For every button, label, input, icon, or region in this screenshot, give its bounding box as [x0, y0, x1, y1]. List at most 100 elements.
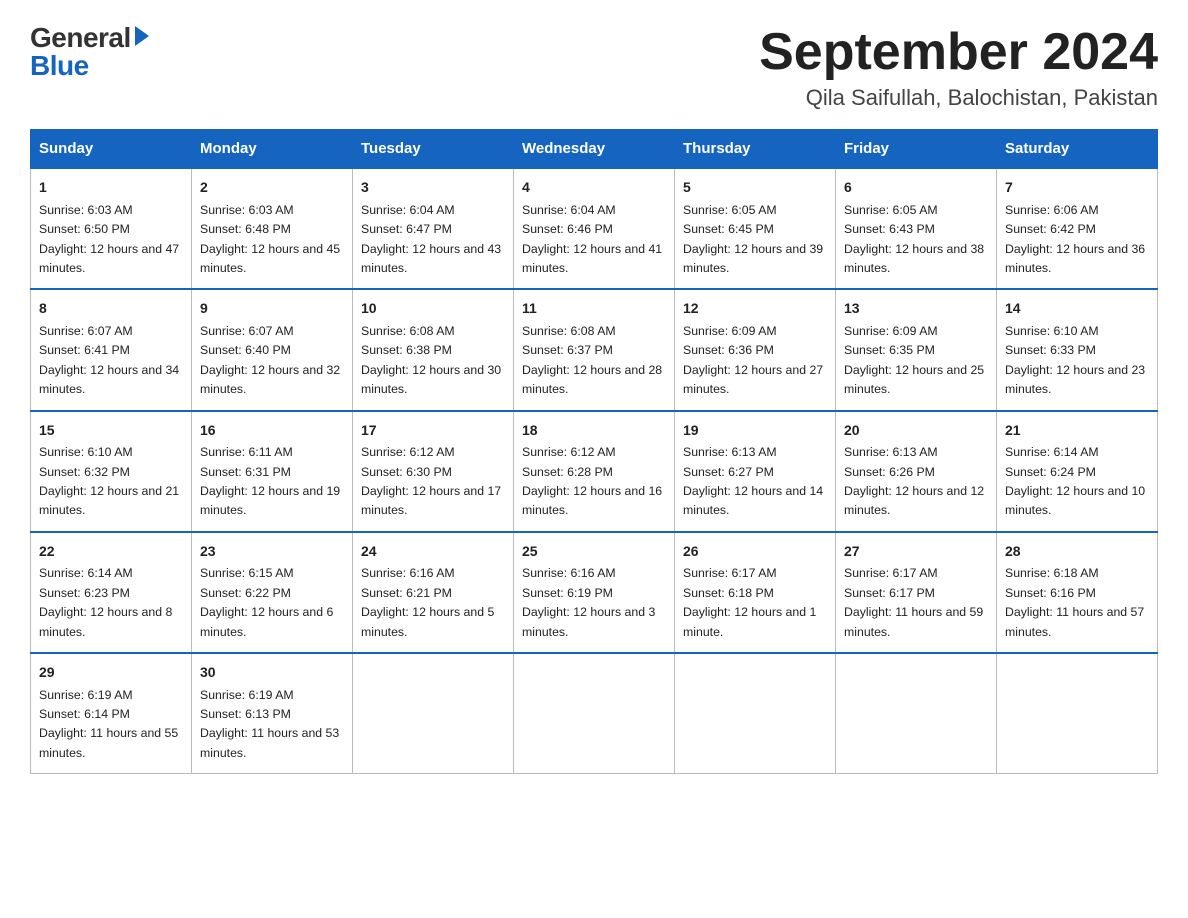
day-info: Sunrise: 6:16 AMSunset: 6:21 PMDaylight:… [361, 566, 494, 638]
calendar-cell: 26 Sunrise: 6:17 AMSunset: 6:18 PMDayligh… [675, 532, 836, 653]
day-number: 16 [200, 420, 344, 442]
day-number: 6 [844, 177, 988, 199]
logo: General Blue [30, 24, 149, 80]
day-info: Sunrise: 6:10 AMSunset: 6:32 PMDaylight:… [39, 445, 179, 517]
logo-general-text: General [30, 24, 131, 52]
month-year-title: September 2024 [759, 24, 1158, 81]
day-info: Sunrise: 6:19 AMSunset: 6:14 PMDaylight:… [39, 688, 178, 760]
day-info: Sunrise: 6:10 AMSunset: 6:33 PMDaylight:… [1005, 324, 1145, 396]
day-info: Sunrise: 6:05 AMSunset: 6:45 PMDaylight:… [683, 203, 823, 275]
day-number: 20 [844, 420, 988, 442]
calendar-cell: 13 Sunrise: 6:09 AMSunset: 6:35 PMDayligh… [836, 289, 997, 410]
day-number: 9 [200, 298, 344, 320]
calendar-cell: 10 Sunrise: 6:08 AMSunset: 6:38 PMDayligh… [353, 289, 514, 410]
day-info: Sunrise: 6:09 AMSunset: 6:35 PMDaylight:… [844, 324, 984, 396]
day-number: 19 [683, 420, 827, 442]
weekday-header-saturday: Saturday [997, 130, 1158, 169]
day-number: 5 [683, 177, 827, 199]
calendar-cell: 4 Sunrise: 6:04 AMSunset: 6:46 PMDaylight… [514, 168, 675, 289]
weekday-header-tuesday: Tuesday [353, 130, 514, 169]
day-info: Sunrise: 6:12 AMSunset: 6:30 PMDaylight:… [361, 445, 501, 517]
day-number: 11 [522, 298, 666, 320]
day-info: Sunrise: 6:14 AMSunset: 6:23 PMDaylight:… [39, 566, 172, 638]
calendar-cell: 2 Sunrise: 6:03 AMSunset: 6:48 PMDaylight… [192, 168, 353, 289]
page-header: General Blue September 2024 Qila Saifull… [30, 24, 1158, 111]
calendar-cell [675, 653, 836, 774]
week-row-3: 15Sunrise: 6:10 AMSunset: 6:32 PMDayligh… [31, 411, 1158, 532]
day-number: 2 [200, 177, 344, 199]
day-number: 7 [1005, 177, 1149, 199]
calendar-cell: 25 Sunrise: 6:16 AMSunset: 6:19 PMDayligh… [514, 532, 675, 653]
calendar-cell: 1 Sunrise: 6:03 AMSunset: 6:50 PMDaylight… [31, 168, 192, 289]
calendar-cell: 16 Sunrise: 6:11 AMSunset: 6:31 PMDayligh… [192, 411, 353, 532]
weekday-header-thursday: Thursday [675, 130, 836, 169]
calendar-cell: 27 Sunrise: 6:17 AMSunset: 6:17 PMDayligh… [836, 532, 997, 653]
day-number: 1 [39, 177, 183, 199]
day-number: 21 [1005, 420, 1149, 442]
day-number: 3 [361, 177, 505, 199]
day-number: 13 [844, 298, 988, 320]
calendar-cell: 24Sunrise: 6:16 AMSunset: 6:21 PMDayligh… [353, 532, 514, 653]
calendar-cell [997, 653, 1158, 774]
day-info: Sunrise: 6:19 AMSunset: 6:13 PMDaylight:… [200, 688, 339, 760]
day-info: Sunrise: 6:11 AMSunset: 6:31 PMDaylight:… [200, 445, 340, 517]
day-number: 8 [39, 298, 183, 320]
calendar-cell: 30Sunrise: 6:19 AMSunset: 6:13 PMDayligh… [192, 653, 353, 774]
calendar-cell: 18 Sunrise: 6:12 AMSunset: 6:28 PMDayligh… [514, 411, 675, 532]
week-row-2: 8 Sunrise: 6:07 AMSunset: 6:41 PMDaylight… [31, 289, 1158, 410]
day-number: 25 [522, 541, 666, 563]
day-number: 17 [361, 420, 505, 442]
location-subtitle: Qila Saifullah, Balochistan, Pakistan [759, 85, 1158, 111]
calendar-cell: 8 Sunrise: 6:07 AMSunset: 6:41 PMDaylight… [31, 289, 192, 410]
day-number: 14 [1005, 298, 1149, 320]
day-info: Sunrise: 6:06 AMSunset: 6:42 PMDaylight:… [1005, 203, 1145, 275]
calendar-cell: 15Sunrise: 6:10 AMSunset: 6:32 PMDayligh… [31, 411, 192, 532]
calendar-cell [514, 653, 675, 774]
calendar-cell: 14 Sunrise: 6:10 AMSunset: 6:33 PMDayligh… [997, 289, 1158, 410]
day-info: Sunrise: 6:08 AMSunset: 6:37 PMDaylight:… [522, 324, 662, 396]
weekday-header-friday: Friday [836, 130, 997, 169]
calendar-cell: 7 Sunrise: 6:06 AMSunset: 6:42 PMDaylight… [997, 168, 1158, 289]
calendar-cell: 3 Sunrise: 6:04 AMSunset: 6:47 PMDaylight… [353, 168, 514, 289]
day-info: Sunrise: 6:07 AMSunset: 6:41 PMDaylight:… [39, 324, 179, 396]
calendar-cell: 29Sunrise: 6:19 AMSunset: 6:14 PMDayligh… [31, 653, 192, 774]
day-number: 4 [522, 177, 666, 199]
calendar-cell: 22Sunrise: 6:14 AMSunset: 6:23 PMDayligh… [31, 532, 192, 653]
day-number: 27 [844, 541, 988, 563]
day-number: 10 [361, 298, 505, 320]
day-info: Sunrise: 6:15 AMSunset: 6:22 PMDaylight:… [200, 566, 333, 638]
day-info: Sunrise: 6:03 AMSunset: 6:48 PMDaylight:… [200, 203, 340, 275]
week-row-4: 22Sunrise: 6:14 AMSunset: 6:23 PMDayligh… [31, 532, 1158, 653]
logo-blue-text: Blue [30, 52, 89, 80]
calendar-cell: 12 Sunrise: 6:09 AMSunset: 6:36 PMDayligh… [675, 289, 836, 410]
calendar-cell: 17 Sunrise: 6:12 AMSunset: 6:30 PMDayligh… [353, 411, 514, 532]
day-number: 12 [683, 298, 827, 320]
day-number: 18 [522, 420, 666, 442]
week-row-1: 1 Sunrise: 6:03 AMSunset: 6:50 PMDaylight… [31, 168, 1158, 289]
day-info: Sunrise: 6:09 AMSunset: 6:36 PMDaylight:… [683, 324, 823, 396]
day-info: Sunrise: 6:16 AMSunset: 6:19 PMDaylight:… [522, 566, 655, 638]
day-number: 23 [200, 541, 344, 563]
logo-triangle-icon [135, 26, 149, 46]
calendar-cell: 28Sunrise: 6:18 AMSunset: 6:16 PMDayligh… [997, 532, 1158, 653]
weekday-header-monday: Monday [192, 130, 353, 169]
day-info: Sunrise: 6:12 AMSunset: 6:28 PMDaylight:… [522, 445, 662, 517]
day-info: Sunrise: 6:03 AMSunset: 6:50 PMDaylight:… [39, 203, 179, 275]
day-info: Sunrise: 6:04 AMSunset: 6:47 PMDaylight:… [361, 203, 501, 275]
calendar-cell: 23 Sunrise: 6:15 AMSunset: 6:22 PMDayligh… [192, 532, 353, 653]
weekday-header-sunday: Sunday [31, 130, 192, 169]
day-number: 26 [683, 541, 827, 563]
day-info: Sunrise: 6:17 AMSunset: 6:17 PMDaylight:… [844, 566, 983, 638]
day-number: 28 [1005, 541, 1149, 563]
calendar-cell: 9Sunrise: 6:07 AMSunset: 6:40 PMDaylight… [192, 289, 353, 410]
calendar-table: SundayMondayTuesdayWednesdayThursdayFrid… [30, 129, 1158, 774]
day-info: Sunrise: 6:08 AMSunset: 6:38 PMDaylight:… [361, 324, 501, 396]
day-info: Sunrise: 6:17 AMSunset: 6:18 PMDaylight:… [683, 566, 816, 638]
day-info: Sunrise: 6:04 AMSunset: 6:46 PMDaylight:… [522, 203, 662, 275]
calendar-cell: 21Sunrise: 6:14 AMSunset: 6:24 PMDayligh… [997, 411, 1158, 532]
week-row-5: 29Sunrise: 6:19 AMSunset: 6:14 PMDayligh… [31, 653, 1158, 774]
weekday-header-wednesday: Wednesday [514, 130, 675, 169]
day-info: Sunrise: 6:05 AMSunset: 6:43 PMDaylight:… [844, 203, 984, 275]
day-info: Sunrise: 6:13 AMSunset: 6:26 PMDaylight:… [844, 445, 984, 517]
calendar-cell [353, 653, 514, 774]
